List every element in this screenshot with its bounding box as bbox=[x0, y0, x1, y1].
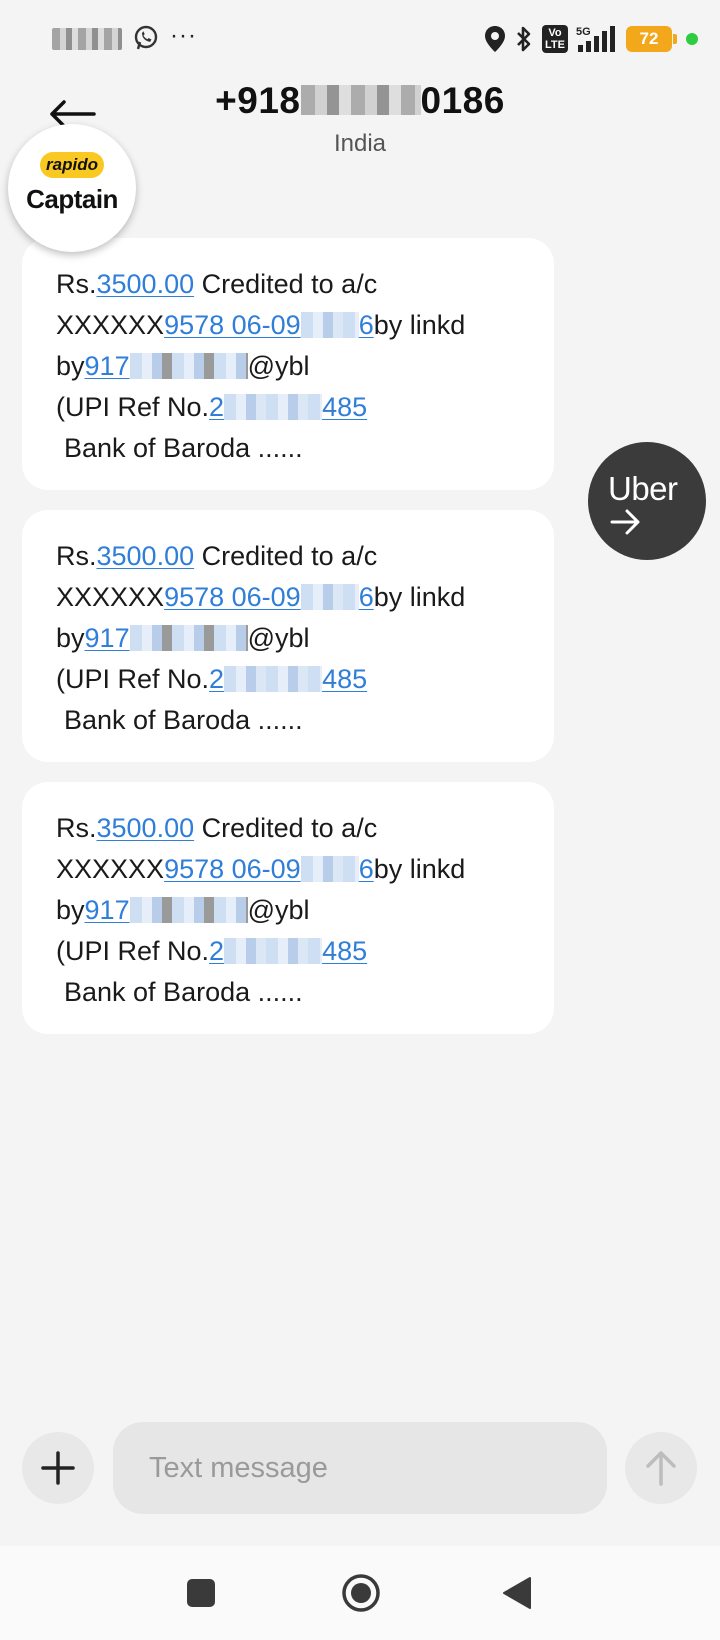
rapido-logo: rapido bbox=[40, 152, 104, 178]
arrow-right-icon bbox=[610, 509, 640, 535]
vpa-link[interactable]: 917 bbox=[85, 623, 248, 653]
amount-link[interactable]: 3500.00 bbox=[97, 269, 195, 299]
vpa-suffix: @ybl bbox=[247, 895, 310, 925]
account-mask: XXXXXX bbox=[56, 582, 165, 612]
contact-number[interactable]: +918 0186 bbox=[0, 80, 720, 122]
uber-logo: Uber bbox=[608, 470, 678, 507]
more-notifications-icon: ··· bbox=[170, 22, 197, 49]
amount-prefix: Rs. bbox=[56, 541, 97, 571]
message-input[interactable] bbox=[113, 1422, 607, 1514]
upi-prefix: (UPI Ref No. bbox=[56, 664, 210, 694]
account-mask: XXXXXX bbox=[56, 854, 165, 884]
by-text: by bbox=[56, 623, 85, 653]
clock-redacted bbox=[52, 28, 122, 50]
status-bar: ··· Vo LTE 5G 72 bbox=[0, 0, 720, 80]
uber-bubble[interactable]: Uber bbox=[588, 442, 706, 560]
rapido-captain-bubble[interactable]: rapido Captain bbox=[8, 124, 136, 252]
by-text: by bbox=[56, 351, 85, 381]
bank-name: Bank of Baroda ...... bbox=[64, 433, 303, 463]
amount-prefix: Rs. bbox=[56, 813, 97, 843]
credited-text: Credited to a/c bbox=[194, 813, 378, 843]
message-bubble[interactable]: Rs.3500.00 Credited to a/c XXXXXX9578 06… bbox=[22, 782, 554, 1034]
vpa-link[interactable]: 917 bbox=[85, 895, 248, 925]
status-icons: Vo LTE 5G 72 bbox=[484, 22, 698, 56]
linked-by-text: by linkd bbox=[373, 854, 466, 884]
account-mask: XXXXXX bbox=[56, 310, 165, 340]
add-attachment-button[interactable] bbox=[22, 1432, 94, 1504]
amount-link[interactable]: 3500.00 bbox=[97, 813, 195, 843]
upi-prefix: (UPI Ref No. bbox=[56, 392, 210, 422]
contact-number-suffix: 0186 bbox=[420, 80, 505, 121]
plus-icon bbox=[41, 1451, 75, 1485]
volte-icon: Vo LTE bbox=[542, 25, 568, 53]
recents-square-icon[interactable] bbox=[184, 1576, 218, 1610]
message-bubble[interactable]: Rs.3500.00 Credited to a/c XXXXXX9578 06… bbox=[22, 510, 554, 762]
back-triangle-icon[interactable] bbox=[500, 1576, 534, 1610]
upi-ref-link[interactable]: 2 485 bbox=[209, 936, 367, 966]
linked-by-text: by linkd bbox=[373, 310, 466, 340]
arrow-up-icon bbox=[646, 1451, 676, 1486]
bank-name: Bank of Baroda ...... bbox=[64, 705, 303, 735]
svg-text:5G: 5G bbox=[576, 26, 591, 38]
navigation-bar bbox=[0, 1546, 720, 1640]
vpa-suffix: @ybl bbox=[247, 623, 310, 653]
vpa-suffix: @ybl bbox=[247, 351, 310, 381]
send-button[interactable] bbox=[625, 1432, 697, 1504]
bluetooth-icon bbox=[517, 26, 531, 52]
credited-text: Credited to a/c bbox=[194, 541, 378, 571]
redacted-digits bbox=[300, 85, 421, 115]
battery-indicator: 72 bbox=[626, 26, 677, 52]
home-circle-icon[interactable] bbox=[340, 1572, 382, 1614]
message-bubble[interactable]: Rs.3500.00 Credited to a/c XXXXXX9578 06… bbox=[22, 238, 554, 490]
linked-by-text: by linkd bbox=[373, 582, 466, 612]
whatsapp-icon bbox=[134, 25, 158, 50]
by-text: by bbox=[56, 895, 85, 925]
account-link[interactable]: 9578 06-09 6 bbox=[164, 310, 374, 340]
upi-ref-link[interactable]: 2 485 bbox=[209, 392, 367, 422]
vpa-link[interactable]: 917 bbox=[85, 351, 248, 381]
upi-ref-link[interactable]: 2 485 bbox=[209, 664, 367, 694]
account-link[interactable]: 9578 06-09 6 bbox=[164, 854, 374, 884]
credited-text: Credited to a/c bbox=[194, 269, 378, 299]
location-icon bbox=[485, 26, 506, 52]
rapido-captain-label: Captain bbox=[26, 184, 118, 214]
account-link[interactable]: 9578 06-09 6 bbox=[164, 582, 374, 612]
amount-prefix: Rs. bbox=[56, 269, 97, 299]
signal-5g-icon: 5G bbox=[576, 26, 615, 52]
bank-name: Bank of Baroda ...... bbox=[64, 977, 303, 1007]
privacy-dot-icon bbox=[686, 33, 698, 45]
contact-number-prefix: +918 bbox=[215, 80, 301, 121]
upi-prefix: (UPI Ref No. bbox=[56, 936, 210, 966]
amount-link[interactable]: 3500.00 bbox=[97, 541, 195, 571]
